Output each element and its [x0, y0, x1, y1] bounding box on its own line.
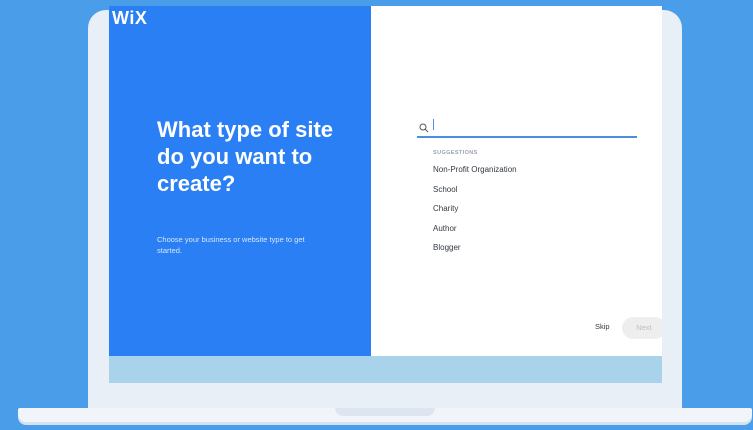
desktop-background: WiX What type of site do you want to cre…: [0, 0, 753, 430]
page-subtitle: Choose your business or website type to …: [157, 235, 305, 255]
suggestion-charity[interactable]: Charity: [433, 203, 517, 223]
suggestion-school[interactable]: School: [433, 184, 517, 204]
suggestion-list: Non-Profit Organization School Charity A…: [433, 164, 517, 262]
screen-footer-strip: [109, 356, 662, 383]
next-button[interactable]: Next: [622, 317, 662, 339]
suggestions-heading: SUGGESTIONS: [433, 150, 478, 156]
page-title: What type of site do you want to create?: [157, 117, 334, 196]
text-cursor: [433, 119, 434, 130]
intro-panel: WiX What type of site do you want to cre…: [109, 6, 371, 356]
suggestion-author[interactable]: Author: [433, 223, 517, 243]
laptop-screen: WiX What type of site do you want to cre…: [109, 6, 662, 383]
suggestion-non-profit-organization[interactable]: Non-Profit Organization: [433, 164, 517, 184]
search-panel: SUGGESTIONS Non-Profit Organization Scho…: [371, 6, 662, 356]
search-bar: [417, 116, 637, 138]
skip-button[interactable]: Skip: [595, 322, 610, 331]
site-type-search-input[interactable]: [433, 118, 633, 132]
wix-logo: WiX: [112, 8, 148, 28]
search-icon: [419, 120, 429, 133]
suggestion-blogger[interactable]: Blogger: [433, 242, 517, 262]
